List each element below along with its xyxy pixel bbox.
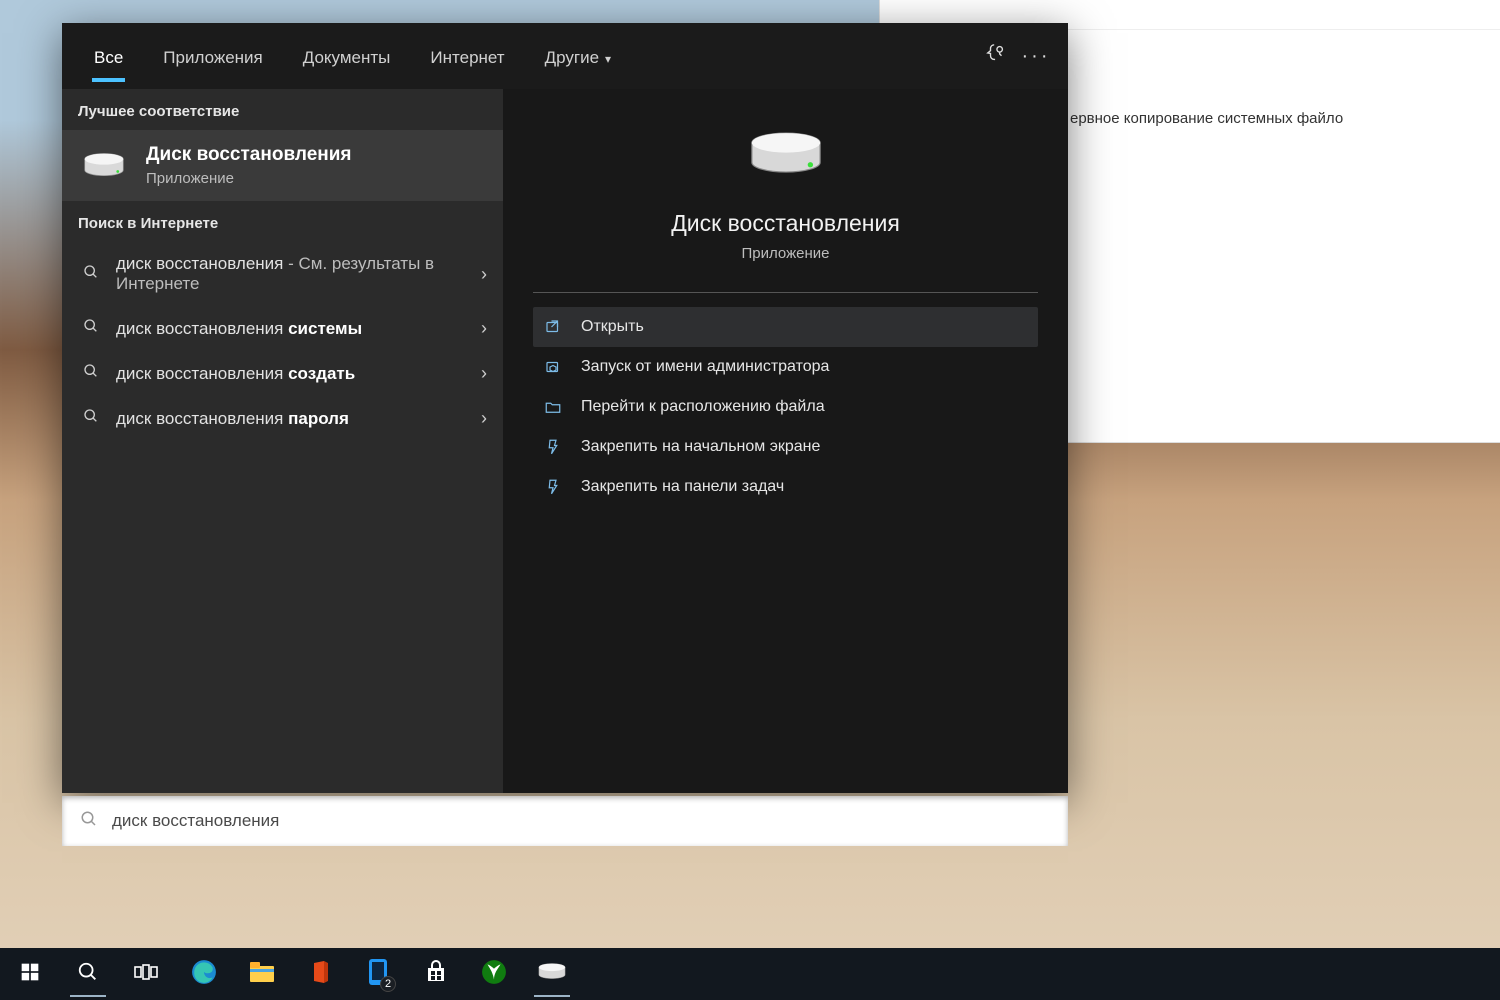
action-label: Запуск от имени администратора (581, 358, 829, 376)
search-icon (77, 961, 99, 988)
search-icon (82, 363, 100, 384)
xbox-icon (481, 959, 507, 990)
tab-docs[interactable]: Документы (283, 30, 411, 82)
tab-label: Документы (303, 48, 391, 67)
action-pin-task[interactable]: Закрепить на панели задач (533, 467, 1038, 507)
action-label: Закрепить на начальном экране (581, 438, 820, 456)
web-result-text: диск восстановления системы (116, 319, 465, 339)
taskbar-start[interactable] (4, 950, 56, 998)
tab-label: Приложения (163, 48, 262, 67)
chevron-right-icon[interactable]: › (481, 363, 487, 384)
search-icon (82, 264, 100, 285)
web-result-text: диск восстановления - См. результаты в И… (116, 254, 465, 294)
tab-web[interactable]: Интернет (410, 30, 524, 82)
action-label: Закрепить на панели задач (581, 478, 784, 496)
tab-all[interactable]: Все (74, 30, 143, 82)
folder-icon (543, 397, 563, 417)
admin-icon (543, 357, 563, 377)
taskbar-search[interactable] (62, 950, 114, 998)
action-pin-start[interactable]: Закрепить на начальном экране (533, 427, 1038, 467)
pin-task-icon (543, 477, 563, 497)
start-icon (20, 962, 40, 987)
search-icon (82, 408, 100, 429)
pin-start-icon (543, 437, 563, 457)
action-folder[interactable]: Перейти к расположению файла (533, 387, 1038, 427)
explorer-icon (249, 961, 275, 988)
preview-actions: Открыть Запуск от имени администратора Пер… (503, 293, 1068, 521)
action-label: Открыть (581, 318, 644, 336)
taskbar-phone[interactable]: 2 (352, 950, 404, 998)
drive-icon (82, 151, 126, 181)
web-result-text: диск восстановления пароля (116, 409, 465, 429)
web-results-list: диск восстановления - См. результаты в И… (62, 242, 503, 441)
preview-pane: Диск восстановления Приложение Открыть За… (503, 89, 1068, 793)
chevron-down-icon: ▾ (605, 52, 611, 66)
tab-label: Интернет (430, 48, 504, 67)
search-icon (80, 810, 98, 833)
office-icon (308, 960, 332, 989)
recovery-drive-icon (537, 962, 567, 987)
search-bar[interactable] (62, 796, 1068, 846)
chevron-right-icon[interactable]: › (481, 318, 487, 339)
search-icon (82, 318, 100, 339)
search-flyout: Все Приложения Документы Интернет Другие… (62, 23, 1068, 793)
taskbar-taskview[interactable] (120, 950, 172, 998)
tab-apps[interactable]: Приложения (143, 30, 282, 82)
preview-title: Диск восстановления (671, 210, 900, 237)
web-result-item[interactable]: диск восстановления - См. результаты в И… (62, 242, 503, 306)
tab-more[interactable]: Другие ▾ (525, 30, 631, 82)
best-match-item[interactable]: Диск восстановления Приложение (62, 130, 503, 201)
edge-icon (191, 959, 217, 990)
taskbar-store[interactable] (410, 950, 462, 998)
tab-label: Все (94, 48, 123, 67)
chevron-right-icon[interactable]: › (481, 264, 487, 285)
drive-icon (747, 129, 825, 186)
action-label: Перейти к расположению файла (581, 398, 825, 416)
search-input[interactable] (112, 811, 1050, 831)
feedback-icon[interactable] (976, 42, 1016, 70)
action-open[interactable]: Открыть (533, 307, 1038, 347)
web-result-item[interactable]: диск восстановления системы › (62, 306, 503, 351)
best-match-title: Диск восстановления (146, 144, 352, 166)
results-left-pane: Лучшее соответствие Диск восстановления … (62, 89, 503, 793)
tab-label: Другие (545, 48, 599, 67)
open-icon (543, 317, 563, 337)
taskbar-recovery-drive[interactable] (526, 950, 578, 998)
chevron-right-icon[interactable]: › (481, 408, 487, 429)
taskbar-xbox[interactable] (468, 950, 520, 998)
taskview-icon (134, 962, 158, 987)
web-section-header: Поиск в Интернете (62, 201, 503, 242)
more-icon[interactable]: ··· (1016, 45, 1056, 68)
web-result-item[interactable]: диск восстановления создать › (62, 351, 503, 396)
taskbar-explorer[interactable] (236, 950, 288, 998)
store-icon (424, 960, 448, 989)
web-result-item[interactable]: диск восстановления пароля › (62, 396, 503, 441)
web-result-text: диск восстановления создать (116, 364, 465, 384)
search-tabs: Все Приложения Документы Интернет Другие… (62, 23, 1068, 89)
best-match-subtitle: Приложение (146, 170, 352, 187)
taskbar: 2 (0, 948, 1500, 1000)
taskbar-office[interactable] (294, 950, 346, 998)
best-match-header: Лучшее соответствие (62, 89, 503, 130)
badge: 2 (380, 976, 396, 992)
action-admin[interactable]: Запуск от имени администратора (533, 347, 1038, 387)
taskbar-edge[interactable] (178, 950, 230, 998)
preview-subtitle: Приложение (742, 245, 830, 262)
